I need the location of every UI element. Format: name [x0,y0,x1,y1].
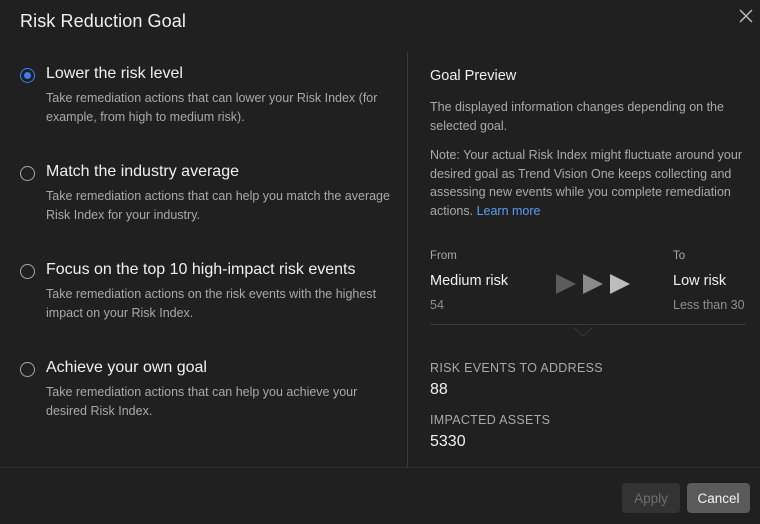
goal-preview-title: Goal Preview [430,68,517,84]
option-label: Lower the risk level [46,65,183,82]
close-icon[interactable] [736,6,756,26]
option-achieve-own-goal[interactable]: Achieve your own goal Take remediation a… [20,356,390,452]
option-description: Take remediation actions that can lower … [46,91,378,124]
risk-events-value: 88 [430,381,448,398]
to-caption: To [673,250,686,262]
radio-button[interactable] [20,362,35,377]
radio-button-selected[interactable] [20,68,35,83]
from-score: 54 [430,298,444,312]
goal-options: Lower the risk level Take remediation ac… [20,60,390,452]
option-description: Take remediation actions on the risk eve… [46,287,377,320]
impacted-assets-stat: IMPACTED ASSETS 5330 [430,413,550,451]
vertical-divider [407,52,408,467]
to-score: Less than 30 [673,298,745,312]
option-label: Match the industry average [46,163,239,180]
goal-preview-note: Note: Your actual Risk Index might fluct… [430,146,750,220]
risk-reduction-goal-dialog: Risk Reduction Goal Lower the risk level… [0,0,760,524]
from-value: Medium risk [430,273,509,289]
radio-button[interactable] [20,166,35,181]
from-caption: From [430,250,457,262]
dialog-title: Risk Reduction Goal [20,11,186,31]
option-label: Focus on the top 10 high-impact risk eve… [46,261,356,278]
triple-arrow-icon [556,272,632,301]
to-value: Low risk [673,273,727,289]
divider-notch-icon [572,324,594,342]
option-label: Achieve your own goal [46,359,207,376]
option-lower-risk-level[interactable]: Lower the risk level Take remediation ac… [20,62,390,158]
apply-button[interactable]: Apply [622,483,680,513]
from-block: From Medium risk 54 [430,250,508,312]
impacted-assets-value: 5330 [430,433,466,450]
impacted-assets-label: IMPACTED ASSETS [430,413,551,427]
goal-preview-description: The displayed information changes depend… [430,100,724,133]
risk-events-stat: RISK EVENTS TO ADDRESS 88 [430,361,603,399]
option-focus-top-10-events[interactable]: Focus on the top 10 high-impact risk eve… [20,258,390,354]
option-match-industry-average[interactable]: Match the industry average Take remediat… [20,160,390,256]
goal-preview-panel: Goal Preview The displayed information c… [430,64,750,320]
cancel-button[interactable]: Cancel [687,483,750,513]
footer-divider [0,467,760,468]
option-description: Take remediation actions that can help y… [46,189,390,222]
option-description: Take remediation actions that can help y… [46,385,358,418]
learn-more-link[interactable]: Learn more [477,204,541,218]
to-block: To Low risk Less than 30 [673,250,745,312]
radio-button[interactable] [20,264,35,279]
risk-from-to: From Medium risk 54 To Low risk Less tha… [430,250,750,320]
risk-events-label: RISK EVENTS TO ADDRESS [430,361,603,375]
